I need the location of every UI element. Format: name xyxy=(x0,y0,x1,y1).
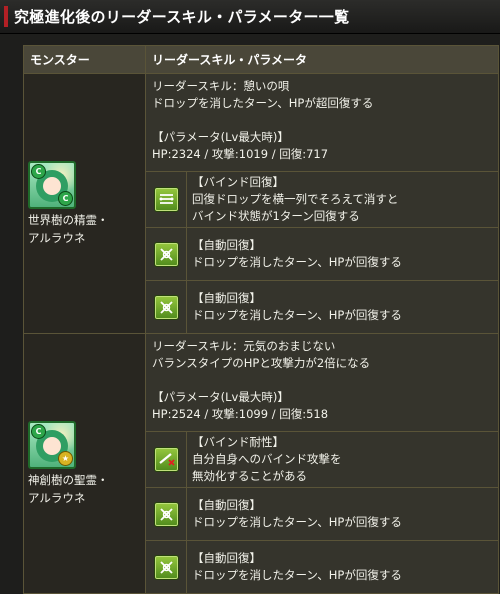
auto-recover-icon xyxy=(153,554,179,580)
awakening-icon-cell xyxy=(145,280,187,334)
awakening-desc-cell: 【自動回復】 ドロップを消したターン、HPが回復する xyxy=(186,227,499,281)
awakening-icon-cell xyxy=(145,431,187,488)
bind-resist-icon xyxy=(153,447,179,472)
awakening-desc-line1: ドロップを消したターン、HPが回復する xyxy=(192,308,402,322)
leader-skill-desc: バランスタイプのHPと攻撃力が2倍になる xyxy=(152,356,371,370)
monster-cell: C C 世界樹の精霊・ アルラウネ xyxy=(23,73,146,334)
leader-skill-cell: リーダースキル：元気のおまじない バランスタイプのHPと攻撃力が2倍になる 【パ… xyxy=(145,333,499,432)
table-row: C ★ 神創樹の聖霊・ アルラウネ リーダースキル：元気のおまじない バランスタ… xyxy=(23,333,499,594)
awakening-desc-line1: 回復ドロップを横一列でそろえて消すと xyxy=(192,192,399,206)
awakening-desc-line1: 自分自身へのバインド攻撃を xyxy=(192,452,342,466)
bind-recovery-icon xyxy=(153,187,179,212)
awakening-desc-line1: ドロップを消したターン、HPが回復する xyxy=(192,515,402,529)
param-values: HP:2524 / 攻撃:1099 / 回復:518 xyxy=(152,407,329,421)
table-row: C C 世界樹の精霊・ アルラウネ リーダースキル：憩いの唄 ドロップを消したタ… xyxy=(23,73,499,334)
title-accent-bar xyxy=(4,6,8,27)
header-monster: モンスター xyxy=(23,45,146,74)
param-title: 【パラメータ(Lv最大時)】 xyxy=(152,390,289,404)
awakening-name: 【バインド回復】 xyxy=(192,175,284,189)
awakening-desc-cell: 【自動回復】 ドロップを消したターン、HPが回復する xyxy=(186,540,499,594)
monster-name[interactable]: 世界樹の精霊・ アルラウネ xyxy=(28,211,109,247)
auto-recover-icon xyxy=(153,241,179,267)
awakening-icon-cell xyxy=(145,487,187,541)
monster-name-line2: アルラウネ xyxy=(28,490,86,505)
awakening-icon-cell xyxy=(145,227,187,281)
awakening-icon-cell xyxy=(145,171,187,228)
awakening-name: 【バインド耐性】 xyxy=(192,435,284,449)
table-header-row: モンスター リーダースキル・パラメータ xyxy=(23,45,499,74)
param-title: 【パラメータ(Lv最大時)】 xyxy=(152,130,289,144)
awakening-desc-cell: 【バインド耐性】 自分自身へのバインド攻撃を 無効化することがある xyxy=(186,431,499,488)
title-bar: 究極進化後のリーダースキル・パラメーター一覧 xyxy=(0,0,500,34)
attribute-badge: C xyxy=(31,163,46,179)
attribute-badge: C xyxy=(31,423,46,439)
leader-skill-title: リーダースキル：元気のおまじない xyxy=(152,339,336,353)
awakening-name: 【自動回復】 xyxy=(192,291,261,305)
auto-recover-icon xyxy=(153,501,179,527)
monster-avatar[interactable]: C ★ xyxy=(28,420,76,469)
sub-attribute-badge: C xyxy=(58,190,73,206)
header-skill: リーダースキル・パラメータ xyxy=(145,45,499,74)
sub-attribute-badge: ★ xyxy=(58,450,73,466)
awakening-desc-line1: ドロップを消したターン、HPが回復する xyxy=(192,255,402,269)
awakening-desc-line2: 無効化することがある xyxy=(192,469,307,483)
leader-skill-title: リーダースキル：憩いの唄 xyxy=(152,79,290,93)
leader-skill-cell: リーダースキル：憩いの唄 ドロップを消したターン、HPが超回復する 【パラメータ… xyxy=(145,73,499,172)
monster-name[interactable]: 神創樹の聖霊・ アルラウネ xyxy=(28,471,109,507)
monster-cell: C ★ 神創樹の聖霊・ アルラウネ xyxy=(23,333,146,594)
awakening-desc-cell: 【バインド回復】 回復ドロップを横一列でそろえて消すと バインド状態が1ターン回… xyxy=(186,171,499,228)
monster-name-line1: 神創樹の聖霊・ xyxy=(28,472,109,487)
param-values: HP:2324 / 攻撃:1019 / 回復:717 xyxy=(152,147,329,161)
monster-name-line1: 世界樹の精霊・ xyxy=(28,212,109,227)
monster-avatar[interactable]: C C xyxy=(28,160,76,209)
leader-skill-table: モンスター リーダースキル・パラメータ C C 世界樹の精霊・ アルラウネ リー… xyxy=(23,45,499,594)
awakening-desc-line1: ドロップを消したターン、HPが回復する xyxy=(192,568,402,582)
awakening-desc-cell: 【自動回復】 ドロップを消したターン、HPが回復する xyxy=(186,487,499,541)
page-title: 究極進化後のリーダースキル・パラメーター一覧 xyxy=(14,8,350,26)
awakening-name: 【自動回復】 xyxy=(192,498,261,512)
awakening-desc-line2: バインド状態が1ターン回復する xyxy=(192,209,360,223)
awakening-name: 【自動回復】 xyxy=(192,551,261,565)
leader-skill-desc: ドロップを消したターン、HPが超回復する xyxy=(152,96,374,110)
avatar-face xyxy=(43,176,61,195)
awakening-icon-cell xyxy=(145,540,187,594)
awakening-name: 【自動回復】 xyxy=(192,238,261,252)
monster-name-line2: アルラウネ xyxy=(28,230,86,245)
awakening-desc-cell: 【自動回復】 ドロップを消したターン、HPが回復する xyxy=(186,280,499,334)
auto-recover-icon xyxy=(153,294,179,320)
avatar-face xyxy=(43,436,61,455)
